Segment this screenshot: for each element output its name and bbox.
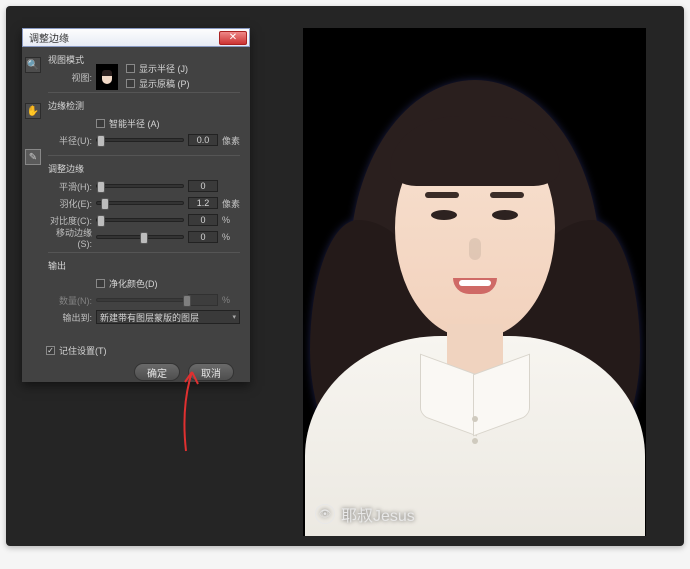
brush-icon: ✎ (29, 152, 37, 163)
refine-brush-tool[interactable]: ✎ (25, 149, 41, 165)
output-title: 输出 (48, 259, 240, 272)
hand-tool[interactable]: ✋ (25, 103, 41, 119)
portrait-collar (420, 364, 530, 424)
output-to-label: 输出到: (48, 311, 92, 324)
cancel-button[interactable]: 取消 (188, 363, 234, 381)
feather-label: 羽化(E): (48, 197, 92, 210)
shift-value[interactable]: 0 (188, 231, 218, 243)
portrait-eye (431, 210, 457, 220)
view-thumbnail[interactable] (96, 64, 118, 90)
checkbox-icon (46, 346, 55, 355)
portrait-nose (469, 238, 481, 260)
purify-label: 净化颜色(D) (109, 277, 158, 290)
portrait-eye (492, 210, 518, 220)
shirt-button (472, 438, 478, 444)
chevron-down-icon: ▾ (232, 313, 236, 321)
feather-unit: 像素 (222, 197, 240, 210)
shift-slider[interactable] (96, 235, 184, 239)
watermark-text: 耶叔Jesus (341, 502, 415, 526)
checkbox-icon (96, 119, 105, 128)
edge-detect-title: 边缘检测 (48, 99, 240, 112)
remember-settings-option[interactable]: 记住设置(T) (46, 344, 250, 357)
output-to-value: 新建带有图层蒙版的图层 (100, 311, 199, 324)
watermark: 👁 耶叔Jesus (315, 502, 415, 526)
dialog-titlebar[interactable]: 调整边缘 ✕ (22, 28, 250, 47)
tool-strip: 🔍 ✋ ✎ (22, 47, 44, 338)
shirt-button (472, 416, 478, 422)
checkbox-icon (126, 64, 135, 73)
radius-value[interactable]: 0.0 (188, 134, 218, 146)
refine-edge-dialog: 调整边缘 ✕ 🔍 ✋ ✎ 视图模式 视图: (22, 28, 250, 382)
workspace: 👁 耶叔Jesus 调整边缘 ✕ 🔍 ✋ ✎ 视图模式 视图: (6, 6, 684, 546)
contrast-unit: % (222, 215, 240, 225)
smooth-label: 平滑(H): (48, 180, 92, 193)
feather-value[interactable]: 1.2 (188, 197, 218, 209)
radius-unit: 像素 (222, 134, 240, 147)
show-original-label: 显示原稿 (P) (139, 77, 190, 90)
amount-unit: % (222, 295, 240, 305)
adjust-edge-title: 调整边缘 (48, 162, 240, 175)
dialog-title: 调整边缘 (29, 30, 69, 45)
smooth-slider[interactable] (96, 184, 184, 188)
hand-icon: ✋ (27, 106, 39, 117)
zoom-icon: 🔍 (27, 60, 39, 71)
checkbox-icon (96, 279, 105, 288)
smooth-value[interactable]: 0 (188, 180, 218, 192)
portrait-brow (490, 192, 524, 198)
purify-option[interactable]: 净化颜色(D) (48, 276, 240, 290)
radius-label: 半径(U): (48, 134, 92, 147)
show-radius-option[interactable]: 显示半径 (J) (126, 63, 190, 73)
portrait-brow (425, 192, 459, 198)
close-button[interactable]: ✕ (219, 31, 247, 45)
show-radius-label: 显示半径 (J) (139, 62, 188, 75)
shift-label: 移动边缘(S): (48, 226, 92, 249)
shift-unit: % (222, 232, 240, 242)
weibo-icon: 👁 (315, 504, 335, 524)
feather-slider[interactable] (96, 201, 184, 205)
amount-slider (96, 298, 184, 302)
contrast-slider[interactable] (96, 218, 184, 222)
amount-value (188, 294, 218, 306)
output-to-select[interactable]: 新建带有图层蒙版的图层 ▾ (96, 310, 240, 324)
ok-button[interactable]: 确定 (134, 363, 180, 381)
smart-radius-label: 智能半径 (A) (109, 117, 160, 130)
close-icon: ✕ (229, 32, 237, 43)
checkbox-icon (126, 79, 135, 88)
canvas-photo[interactable]: 👁 耶叔Jesus (303, 28, 646, 536)
zoom-tool[interactable]: 🔍 (25, 57, 41, 73)
view-label: 视图: (48, 71, 92, 84)
contrast-value[interactable]: 0 (188, 214, 218, 226)
radius-slider[interactable] (96, 138, 184, 142)
smart-radius-option[interactable]: 智能半径 (A) (48, 116, 240, 130)
amount-label: 数量(N): (48, 294, 92, 307)
show-original-option[interactable]: 显示原稿 (P) (126, 78, 190, 88)
remember-label: 记住设置(T) (59, 344, 107, 357)
